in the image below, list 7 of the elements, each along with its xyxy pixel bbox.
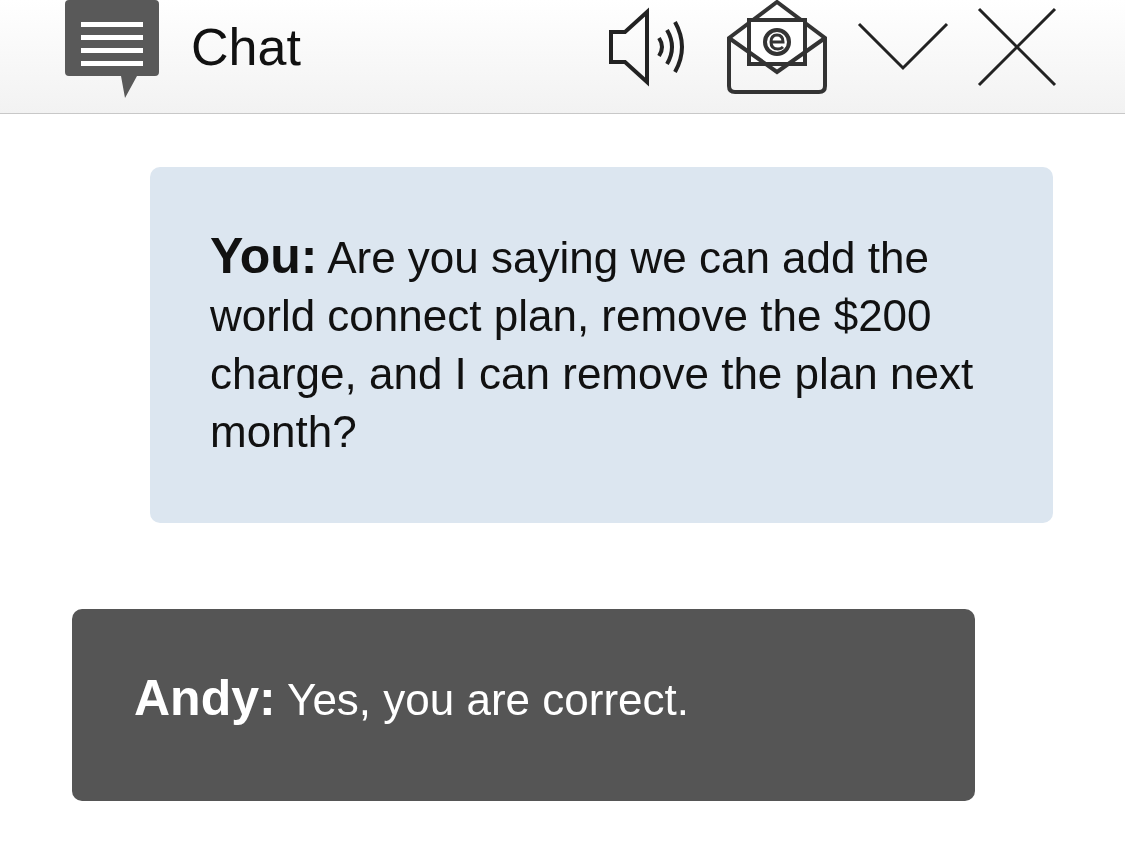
message-text: Andy: Yes, you are correct. [134, 669, 690, 728]
email-icon[interactable] [725, 0, 829, 96]
message-text: You: Are you saying we can add the world connect plan, remove the $200 charge, and I can remove the plan next month? [210, 227, 975, 458]
chevron-down-icon[interactable] [857, 21, 949, 72]
window-title: Chat [191, 16, 301, 77]
close-icon[interactable] [977, 6, 1057, 87]
chat-icon [65, 0, 159, 98]
